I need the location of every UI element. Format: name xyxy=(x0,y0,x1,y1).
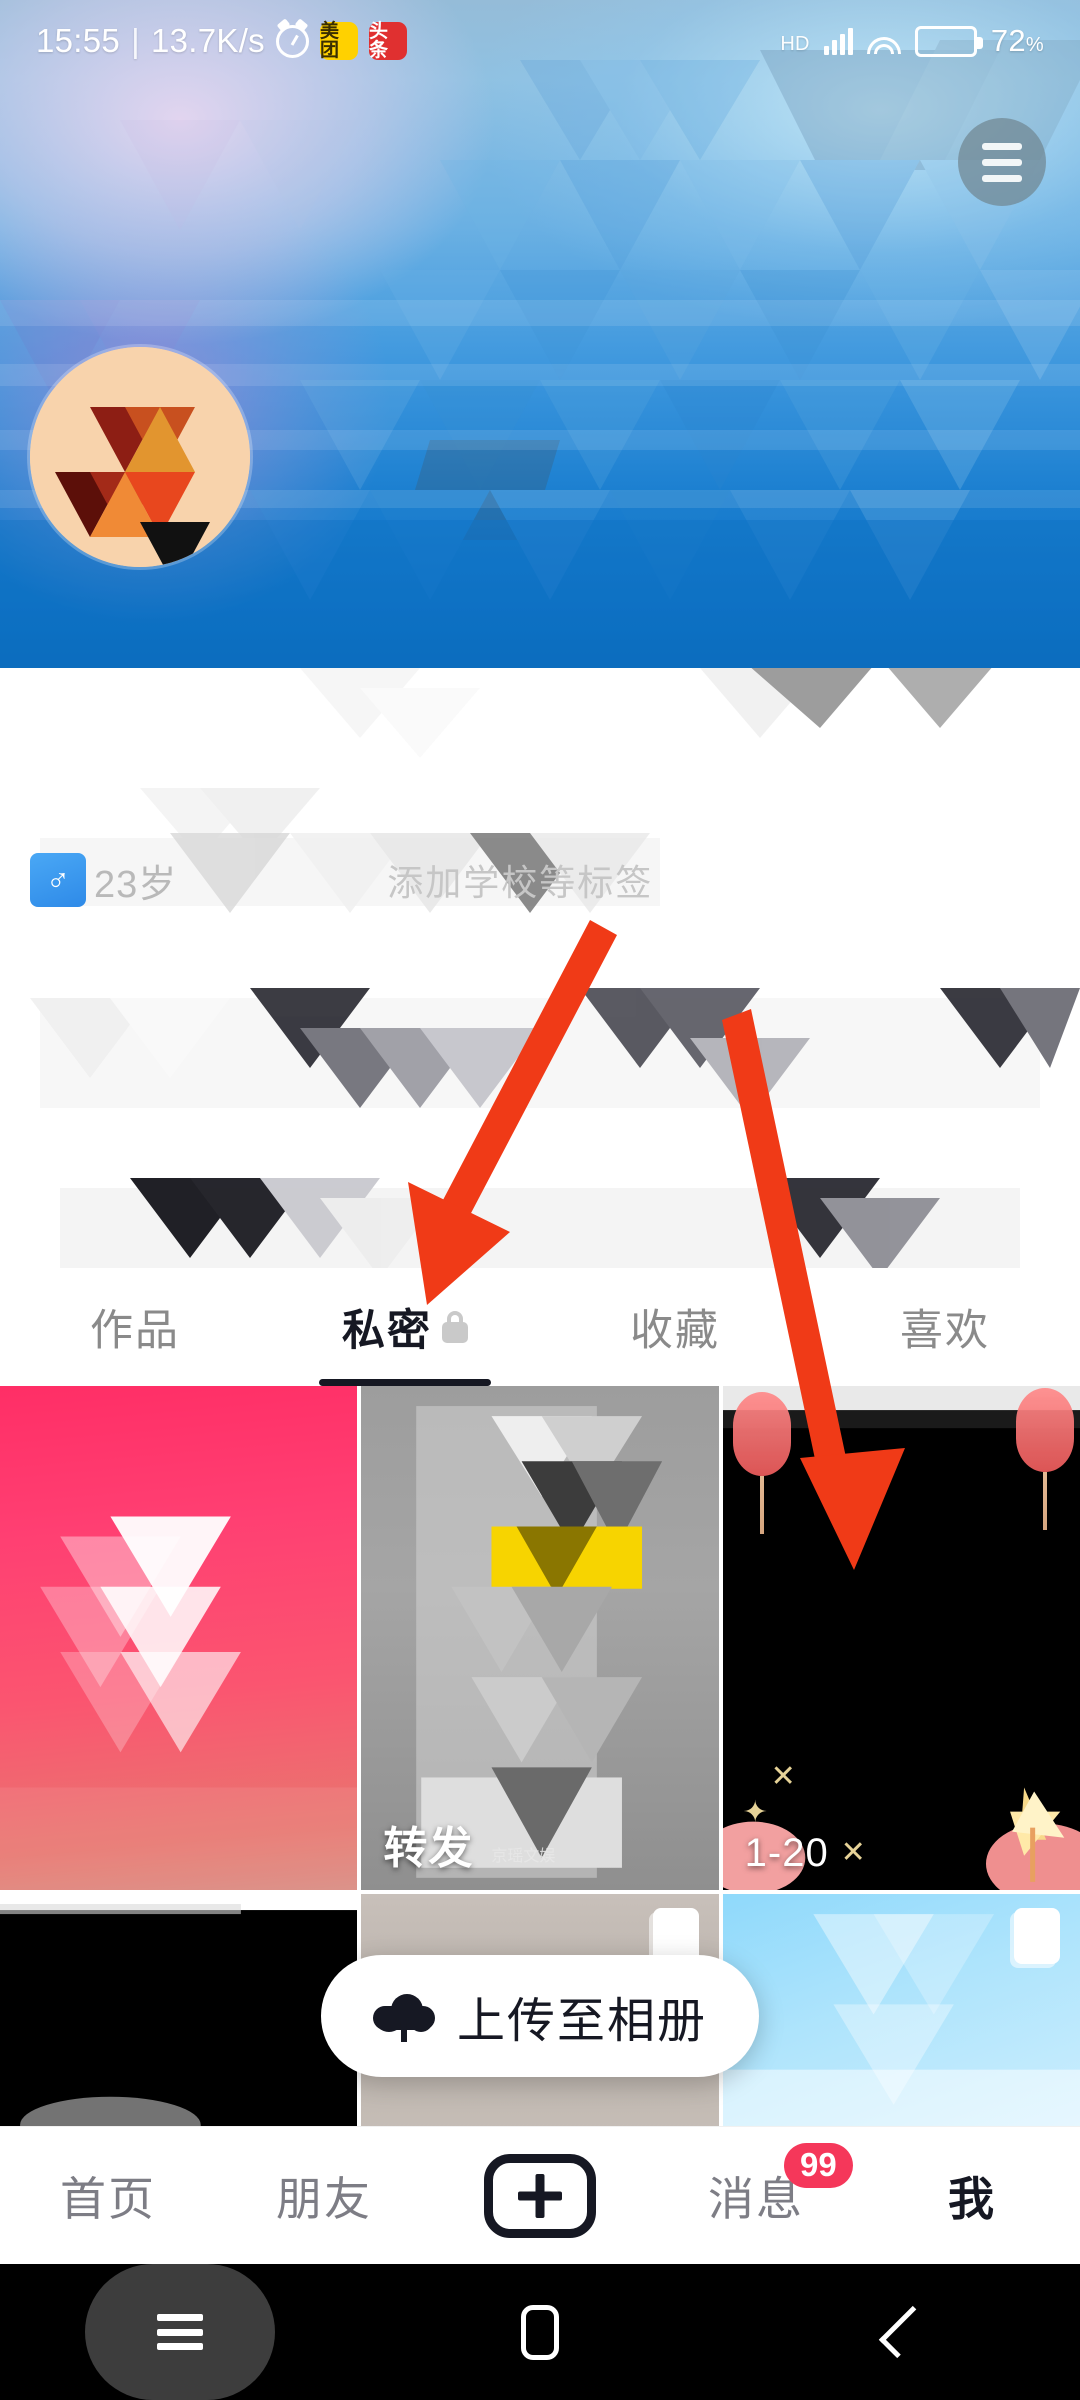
back-button[interactable] xyxy=(720,2264,1080,2400)
tab-private[interactable]: 私密 xyxy=(270,1268,540,1386)
recents-icon xyxy=(157,2314,203,2350)
lock-icon xyxy=(442,1311,468,1343)
profile-add-tag[interactable]: 添加学校等标签 xyxy=(387,854,653,906)
mosaic-pattern xyxy=(0,40,1080,668)
network-speed: 13.7K/s xyxy=(150,22,265,59)
phone-screen: 15:55 | 13.7K/s 美团 头条 HD 72% ♂ 23岁 添加学校等… xyxy=(0,0,1080,2400)
profile-info-section: ♂ 23岁 添加学校等标签 xyxy=(0,668,1080,1328)
tab-likes-label: 喜欢 xyxy=(900,1307,990,1355)
meituan-icon: 美团 xyxy=(319,22,358,60)
cellular-signal-icon xyxy=(823,27,853,55)
gender-icon: ♂ xyxy=(30,853,86,907)
avatar[interactable] xyxy=(30,347,250,567)
thumbnail-3-caption: 1-20 xyxy=(744,1831,829,1875)
upload-to-album-button[interactable]: 上传至相册 xyxy=(320,1955,760,2077)
nav-home-label: 首页 xyxy=(60,2172,156,2225)
status-bar: 15:55 | 13.7K/s 美团 头条 HD 72% xyxy=(0,0,1080,82)
tab-works-label: 作品 xyxy=(90,1307,180,1355)
thumbnail-2-subcaption: 京瑶文娱 xyxy=(491,1848,556,1865)
tab-favorites-label: 收藏 xyxy=(630,1307,720,1355)
battery-icon xyxy=(914,25,983,57)
android-navigation-bar xyxy=(0,2264,1080,2400)
thumbnail-2-caption: 转发 xyxy=(383,1824,474,1873)
thumbnail-2[interactable]: 京瑶文娱 转发 xyxy=(361,1386,719,1890)
nav-home[interactable]: 首页 xyxy=(0,2127,216,2264)
profile-tabs: 作品 私密 收藏 喜欢 xyxy=(0,1268,1080,1386)
profile-mosaic xyxy=(30,668,1080,1284)
status-bar-left: 15:55 | 13.7K/s 美团 头条 xyxy=(36,22,407,60)
battery-percent: 72% xyxy=(990,23,1044,58)
nav-messages[interactable]: 消息 99 xyxy=(648,2127,864,2264)
nav-me[interactable]: 我 xyxy=(864,2127,1080,2264)
nav-create[interactable] xyxy=(432,2127,648,2264)
status-time: 15:55 xyxy=(36,22,121,59)
profile-cover-banner xyxy=(0,0,1080,668)
status-separator: | xyxy=(131,22,140,59)
home-button[interactable] xyxy=(360,2264,720,2400)
nav-me-label: 我 xyxy=(948,2172,996,2225)
nav-friends-label: 朋友 xyxy=(276,2172,372,2225)
plus-create-icon[interactable] xyxy=(484,2153,596,2238)
hd-label: HD xyxy=(780,33,810,55)
bottom-navigation: 首页 朋友 消息 99 我 xyxy=(0,2126,1080,2264)
wifi-icon xyxy=(866,28,901,54)
cloud-upload-icon xyxy=(372,1992,435,2042)
nav-friends[interactable]: 朋友 xyxy=(216,2127,432,2264)
alarm-clock-icon xyxy=(275,24,309,58)
recents-button[interactable] xyxy=(0,2264,360,2400)
thumbnail-6[interactable] xyxy=(722,1894,1080,2126)
tab-works[interactable]: 作品 xyxy=(0,1268,270,1386)
multi-page-icon-2 xyxy=(1014,1908,1060,1964)
thumbnail-4[interactable] xyxy=(0,1894,358,2126)
thumbnail-1[interactable] xyxy=(0,1386,358,1890)
upload-to-album-label: 上传至相册 xyxy=(456,1995,708,2048)
messages-badge: 99 xyxy=(784,2143,853,2188)
profile-bio-row: ♂ 23岁 添加学校等标签 xyxy=(30,853,653,907)
thumbnail-3[interactable]: ✕ ✦ ✕ 1-20 xyxy=(722,1386,1080,1890)
toutiao-icon: 头条 xyxy=(368,22,407,60)
tab-likes[interactable]: 喜欢 xyxy=(810,1268,1080,1386)
profile-age: 23岁 xyxy=(94,863,178,906)
tab-private-label: 私密 xyxy=(342,1307,432,1355)
hamburger-menu-icon[interactable] xyxy=(958,118,1046,206)
tab-favorites[interactable]: 收藏 xyxy=(540,1268,810,1386)
status-bar-right: HD 72% xyxy=(780,23,1044,59)
